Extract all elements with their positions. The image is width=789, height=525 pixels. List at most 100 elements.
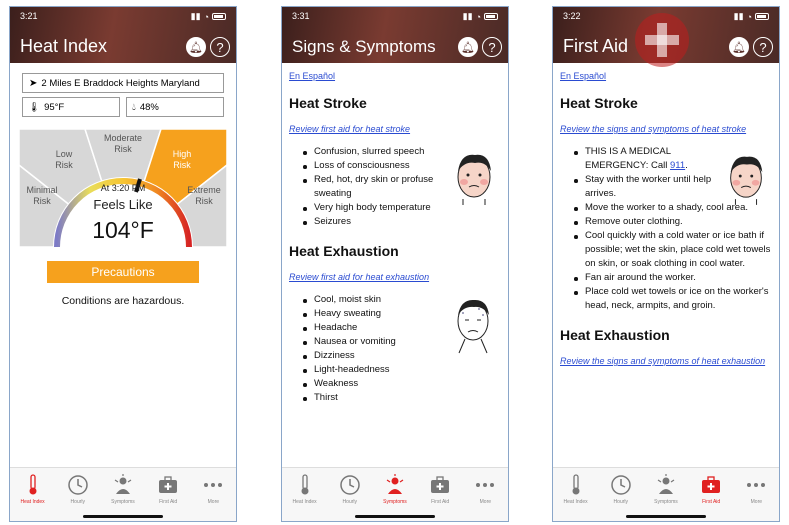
espanol-link[interactable]: En Español xyxy=(560,71,772,81)
status-time: 3:22 xyxy=(563,11,581,21)
wifi-icon: ◔ xyxy=(203,11,209,22)
tab-first-aid[interactable]: First Aid xyxy=(420,474,460,521)
first-aid-kit-icon xyxy=(700,474,722,496)
thermometer-icon xyxy=(22,474,44,496)
tab-more[interactable]: More xyxy=(193,474,233,521)
status-bar: 3:31 ▮▮ ◔ xyxy=(292,11,498,22)
tab-symptoms[interactable]: Symptoms xyxy=(375,474,415,521)
tab-more[interactable]: More xyxy=(736,474,776,521)
tab-bar: Heat Index Hourly Symptoms First Aid More xyxy=(553,467,779,521)
tab-label: First Aid xyxy=(159,499,178,505)
first-aid-kit-icon xyxy=(157,474,179,496)
page-title: Heat Index xyxy=(20,36,108,56)
notifications-bell-icon[interactable]: 🔔︎ xyxy=(458,37,478,57)
help-icon[interactable]: ? xyxy=(482,37,502,57)
tab-heat-index[interactable]: Heat Index xyxy=(285,474,325,521)
reading-time: At 3:20 PM xyxy=(100,183,146,193)
risk-label-moderate: Moderate Risk xyxy=(103,133,143,154)
review-first-aid-heat-stroke-link[interactable]: Review first aid for heat stroke xyxy=(289,123,501,135)
notifications-bell-icon[interactable]: 🔔︎ xyxy=(729,37,749,57)
heat-stroke-face-illustration xyxy=(457,154,491,205)
signal-icon: ▮▮ xyxy=(462,11,473,21)
tab-hourly[interactable]: Hourly xyxy=(601,474,641,521)
review-signs-heat-stroke-link[interactable]: Review the signs and symptoms of heat st… xyxy=(560,123,772,135)
more-dots-icon xyxy=(745,474,767,496)
tab-first-aid[interactable]: First Aid xyxy=(691,474,731,521)
help-icon[interactable]: ? xyxy=(210,37,230,57)
list-item: Thirst xyxy=(303,391,501,405)
location-arrow-icon: ➤ xyxy=(29,77,38,89)
water-drop-icon: 💧︎ xyxy=(132,101,136,113)
tab-label: Hourly xyxy=(70,499,85,505)
battery-icon xyxy=(484,13,498,20)
tab-label: Heat Index xyxy=(563,499,588,505)
humidity-value: 48% xyxy=(139,101,159,113)
tab-label: First Aid xyxy=(431,499,450,505)
section-heading-heat-exhaustion: Heat Exhaustion xyxy=(289,243,399,259)
tab-hourly[interactable]: Hourly xyxy=(330,474,370,521)
call-911-link[interactable]: 911 xyxy=(670,160,685,171)
risk-gauge: Minimal Risk Low Risk Moderate Risk High… xyxy=(19,129,227,247)
heat-stroke-face-illustration xyxy=(730,156,763,205)
heat-index-screen: 3:21 ▮▮ ◔ Heat Index 🔔︎ ? ➤ 2 Miles E Bra… xyxy=(9,6,237,522)
person-alert-icon xyxy=(112,474,134,496)
page-title: First Aid xyxy=(563,36,629,56)
location-field[interactable]: ➤ 2 Miles E Braddock Heights Maryland xyxy=(22,73,224,93)
first-aid-kit-icon xyxy=(429,474,451,496)
home-indicator xyxy=(83,515,163,518)
list-item: Weakness xyxy=(303,377,501,391)
battery-icon xyxy=(755,13,769,20)
tab-heat-index[interactable]: Heat Index xyxy=(556,474,596,521)
list-item: Seizures xyxy=(303,215,501,229)
humidity-field[interactable]: 💧︎ 48% xyxy=(126,97,224,117)
location-text: 2 Miles E Braddock Heights Maryland xyxy=(41,77,200,89)
tab-heat-index[interactable]: Heat Index xyxy=(13,474,53,521)
app-header: 3:22 ▮▮ ◔ First Aid 🔔︎ ? xyxy=(553,7,779,67)
review-signs-heat-exhaustion-link[interactable]: Review the signs and symptoms of heat ex… xyxy=(560,355,772,367)
signs-symptoms-screen: 3:31 ▮▮ ◔ Signs & Symptoms 🔔︎ ? En Españo… xyxy=(281,6,509,522)
tab-label: More xyxy=(750,499,763,505)
thermometer-small-icon: 🌡︎ xyxy=(28,101,41,113)
status-bar: 3:21 ▮▮ ◔ xyxy=(20,11,226,22)
tab-label: Heat Index xyxy=(20,499,45,505)
list-item: Light-headedness xyxy=(303,363,501,377)
help-icon[interactable]: ? xyxy=(753,37,773,57)
person-alert-icon xyxy=(384,474,406,496)
home-indicator xyxy=(626,515,706,518)
status-time: 3:21 xyxy=(20,11,38,21)
signal-icon: ▮▮ xyxy=(190,11,201,21)
thermometer-icon xyxy=(294,474,316,496)
feels-like-label: Feels Like xyxy=(93,197,153,212)
tab-symptoms[interactable]: Symptoms xyxy=(646,474,686,521)
wifi-icon: ◔ xyxy=(475,11,481,22)
notifications-bell-icon[interactable]: 🔔︎ xyxy=(186,37,206,57)
tab-label: Symptoms xyxy=(111,499,135,505)
tab-label: More xyxy=(479,499,492,505)
tab-first-aid[interactable]: First Aid xyxy=(148,474,188,521)
tab-more[interactable]: More xyxy=(465,474,505,521)
conditions-text: Conditions are hazardous. xyxy=(61,295,185,307)
signal-icon: ▮▮ xyxy=(733,11,744,21)
tab-symptoms[interactable]: Symptoms xyxy=(103,474,143,521)
first-aid-screen: 3:22 ▮▮ ◔ First Aid 🔔︎ ? En Español Heat … xyxy=(552,6,780,522)
espanol-link[interactable]: En Español xyxy=(289,71,501,81)
app-header: 3:21 ▮▮ ◔ Heat Index 🔔︎ ? xyxy=(10,7,236,63)
wifi-icon: ◔ xyxy=(746,11,752,22)
section-heading-heat-exhaustion: Heat Exhaustion xyxy=(560,327,670,343)
temperature-field[interactable]: 🌡︎ 95°F xyxy=(22,97,120,117)
more-dots-icon xyxy=(202,474,224,496)
person-alert-icon xyxy=(655,474,677,496)
precautions-button[interactable]: Precautions xyxy=(47,261,199,283)
clock-icon xyxy=(67,474,89,496)
review-first-aid-heat-exhaustion-link[interactable]: Review first aid for heat exhaustion xyxy=(289,271,501,283)
tab-hourly[interactable]: Hourly xyxy=(58,474,98,521)
home-indicator xyxy=(355,515,435,518)
clock-icon xyxy=(610,474,632,496)
clock-icon xyxy=(339,474,361,496)
tab-label: First Aid xyxy=(702,499,721,505)
list-item: Place cold wet towels or ice on the work… xyxy=(574,285,772,313)
section-heading-heat-stroke: Heat Stroke xyxy=(560,95,638,111)
tab-label: More xyxy=(207,499,220,505)
tab-label: Symptoms xyxy=(654,499,678,505)
section-heading-heat-stroke: Heat Stroke xyxy=(289,95,367,111)
